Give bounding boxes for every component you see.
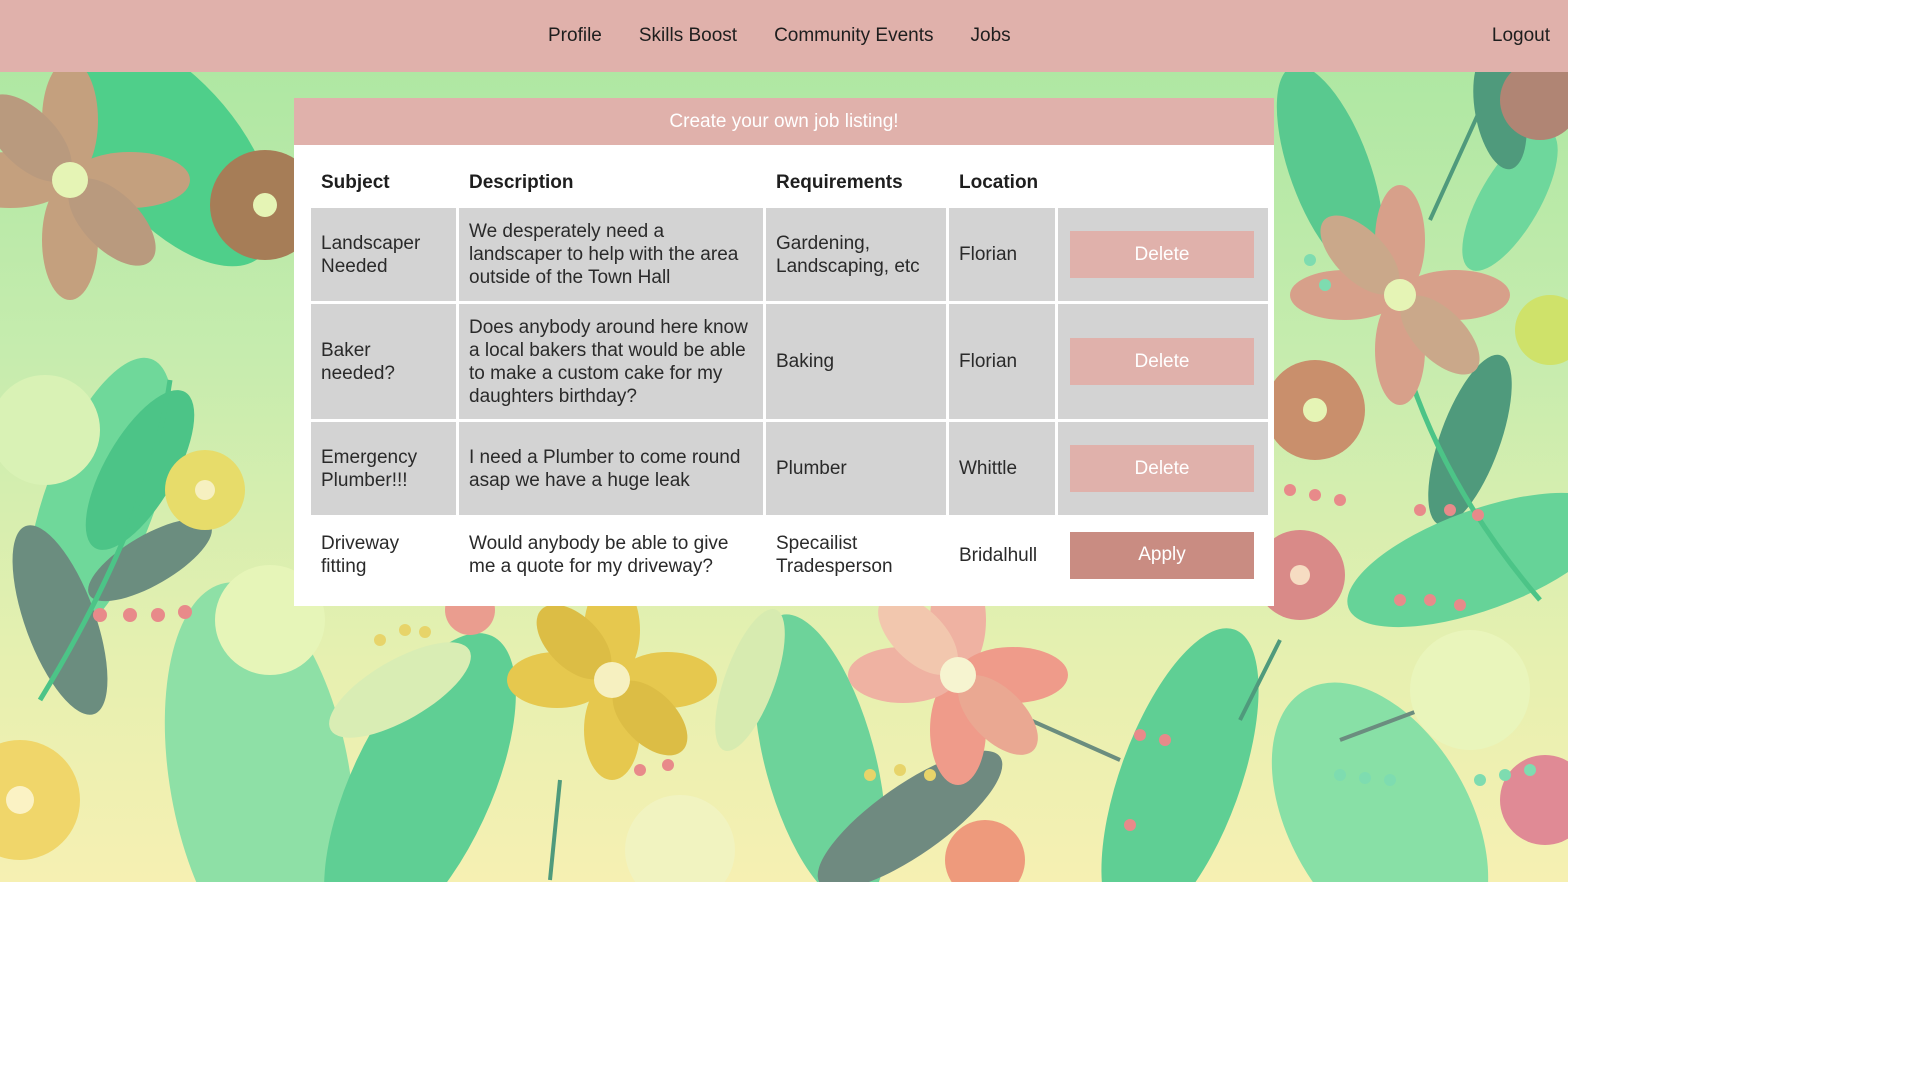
nav-community-events[interactable]: Community Events <box>774 0 933 72</box>
cell-description: We desperately need a landscaper to help… <box>459 208 763 301</box>
table-row: Driveway fitting Would anybody be able t… <box>311 518 1268 592</box>
cell-description: Would anybody be able to give me a quote… <box>469 533 729 577</box>
top-nav-bar: Profile Skills Boost Community Events Jo… <box>0 0 1568 72</box>
cell-location: Florian <box>949 304 1055 419</box>
nav-profile[interactable]: Profile <box>548 0 602 72</box>
cell-action: Delete <box>1058 304 1268 419</box>
cell-location: Florian <box>949 208 1055 301</box>
column-header-action <box>1058 161 1268 205</box>
table-row: Emergency Plumber!!! I need a Plumber to… <box>311 422 1268 515</box>
delete-button[interactable]: Delete <box>1070 231 1254 278</box>
cell-requirements: Gardening, Landscaping, etc <box>766 208 946 301</box>
cell-location: Bridalhull <box>959 544 1038 566</box>
column-header-requirements: Requirements <box>776 172 903 193</box>
cell-subject: Emergency Plumber!!! <box>311 422 456 515</box>
nav-jobs[interactable]: Jobs <box>971 0 1011 72</box>
column-header-subject: Subject <box>321 172 390 193</box>
create-job-listing-link[interactable]: Create your own job listing! <box>294 98 1274 145</box>
cell-subject: Baker needed? <box>311 304 456 419</box>
table-row: Landscaper Needed We desperately need a … <box>311 208 1268 301</box>
logout-link[interactable]: Logout <box>1492 0 1550 72</box>
cell-subject: Landscaper Needed <box>311 208 456 301</box>
column-header-location: Location <box>959 172 1039 193</box>
cell-location: Whittle <box>949 422 1055 515</box>
column-header-description: Description <box>469 172 574 193</box>
delete-button[interactable]: Delete <box>1070 338 1254 385</box>
cell-description: Does anybody around here know a local ba… <box>459 304 763 419</box>
cell-requirements: Specailist Tradesperson <box>776 533 893 577</box>
cell-action: Delete <box>1058 208 1268 301</box>
job-listings-page: Profile Skills Boost Community Events Jo… <box>0 0 1568 882</box>
cell-action: Apply <box>1058 518 1268 592</box>
cell-description: I need a Plumber to come round asap we h… <box>459 422 763 515</box>
table-header-row: Subject Description Requirements Locatio… <box>311 161 1268 205</box>
cell-requirements: Plumber <box>766 422 946 515</box>
job-listings-table: Subject Description Requirements Locatio… <box>308 158 1271 595</box>
nav-skills-boost[interactable]: Skills Boost <box>639 0 737 72</box>
cell-subject: Driveway fitting <box>321 533 400 577</box>
table-row: Baker needed? Does anybody around here k… <box>311 304 1268 419</box>
job-listing-card: Create your own job listing! Subject Des… <box>294 98 1274 606</box>
cell-action: Delete <box>1058 422 1268 515</box>
delete-button[interactable]: Delete <box>1070 445 1254 492</box>
main-nav: Profile Skills Boost Community Events Jo… <box>548 0 1048 72</box>
apply-button[interactable]: Apply <box>1070 531 1254 579</box>
cell-requirements: Baking <box>766 304 946 419</box>
